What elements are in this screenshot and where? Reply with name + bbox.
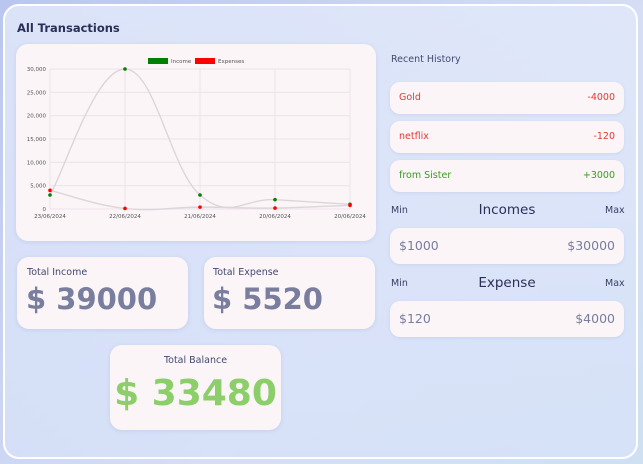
history-item-name: from Sister — [399, 170, 452, 181]
total-income-value: $ 39000 — [26, 282, 158, 316]
legend-label: Income — [171, 59, 192, 65]
history-item-amount: -120 — [593, 131, 615, 142]
data-point — [123, 206, 127, 211]
x-tick-label: 22/06/2024 — [109, 214, 141, 220]
page-title: All Transactions — [17, 21, 120, 35]
legend-swatch — [148, 58, 168, 64]
incomes-range-title: Incomes — [478, 202, 536, 218]
history-item-amount: -4000 — [587, 92, 615, 103]
data-point — [348, 203, 352, 208]
x-tick-label: 20/06/2024 — [259, 214, 291, 220]
x-tick-label: 21/06/2024 — [184, 214, 216, 220]
incomes-max-value: $30000 — [567, 238, 615, 253]
history-item-name: netflix — [399, 131, 429, 142]
y-tick-label: 30,000 — [27, 67, 47, 73]
recent-history-label: Recent History — [391, 54, 461, 65]
history-item[interactable]: netflix -120 — [390, 121, 624, 153]
data-point — [123, 67, 127, 71]
y-tick-label: 5,000 — [30, 184, 46, 190]
total-expense-card: Total Expense $ 5520 — [204, 257, 375, 329]
history-item[interactable]: Gold -4000 — [390, 82, 624, 114]
expense-max-value: $4000 — [575, 311, 615, 326]
total-balance-card: Total Balance $ 33480 — [110, 345, 281, 430]
expense-range-box: $120 $4000 — [390, 301, 624, 337]
total-balance-value: $ 33480 — [114, 373, 277, 414]
data-point — [198, 205, 202, 209]
y-tick-label: 0 — [43, 207, 47, 213]
data-point — [273, 197, 277, 202]
legend-label: Expenses — [218, 59, 244, 65]
x-tick-label: 20/06/2024 — [334, 214, 366, 220]
y-tick-label: 25,000 — [27, 90, 47, 96]
transactions-line-chart: 0 5,000 10,000 15,000 20,000 25,000 30,000 23/0… — [27, 58, 366, 220]
total-income-card: Total Income $ 39000 — [17, 257, 188, 329]
total-expense-value: $ 5520 — [212, 282, 323, 316]
expense-range-title: Expense — [478, 275, 536, 291]
data-point — [48, 193, 52, 197]
history-item-name: Gold — [399, 92, 421, 103]
expense-min-value: $120 — [399, 311, 431, 326]
total-income-label: Total Income — [27, 267, 88, 278]
history-item[interactable]: from Sister +3000 — [390, 160, 624, 192]
legend-swatch — [195, 58, 215, 64]
total-expense-label: Total Expense — [213, 267, 279, 278]
incomes-max-label: Max — [605, 205, 625, 216]
data-point — [198, 193, 202, 197]
incomes-min-value: $1000 — [399, 238, 439, 253]
x-tick-label: 23/06/2024 — [34, 214, 66, 220]
y-tick-label: 15,000 — [27, 137, 47, 143]
y-tick-label: 10,000 — [27, 160, 47, 166]
data-point — [273, 206, 277, 210]
data-point — [48, 188, 52, 193]
incomes-range-box: $1000 $30000 — [390, 228, 624, 264]
y-tick-label: 20,000 — [27, 114, 47, 120]
transactions-chart-card: 0 5,000 10,000 15,000 20,000 25,000 30,000 23/0… — [16, 44, 376, 241]
expense-max-label: Max — [605, 278, 625, 289]
total-balance-label: Total Balance — [163, 355, 228, 366]
history-item-amount: +3000 — [582, 170, 615, 181]
